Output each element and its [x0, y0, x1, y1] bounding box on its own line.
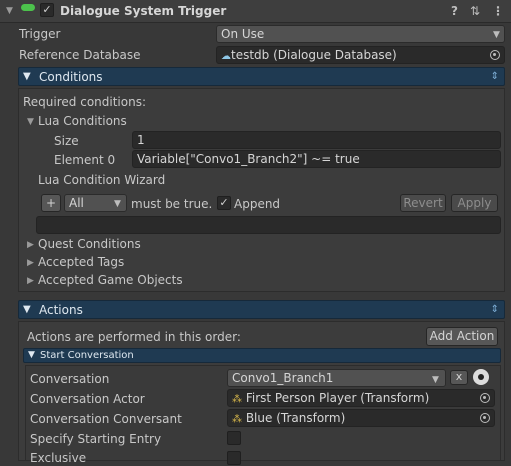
append-label: Append: [234, 197, 281, 211]
lua-conditions-foldout-icon[interactable]: ▼: [27, 114, 34, 130]
object-picker-icon[interactable]: [480, 413, 490, 423]
object-picker-icon[interactable]: [480, 393, 490, 403]
specify-starting-entry-label: Specify Starting Entry: [30, 432, 162, 446]
actions-section-label: Actions: [39, 303, 83, 317]
add-condition-button[interactable]: +: [41, 194, 61, 212]
dropdown-arrow-icon: ▼: [432, 375, 439, 385]
conversation-actor-value: First Person Player (Transform): [245, 391, 430, 405]
size-field[interactable]: 1: [132, 131, 501, 149]
actions-order-text: Actions are performed in this order:: [27, 330, 241, 344]
add-action-button[interactable]: Add Action: [426, 327, 498, 346]
record-icon[interactable]: [473, 369, 489, 385]
conversation-conversant-field[interactable]: ⁂ Blue (Transform): [227, 409, 495, 427]
trigger-label: Trigger: [19, 27, 61, 41]
trigger-dropdown[interactable]: On Use: [216, 25, 505, 43]
dropdown-arrow-icon: ▼: [493, 30, 500, 40]
actions-section-bar[interactable]: ▼ Actions ⇕: [18, 300, 505, 319]
lua-conditions-label[interactable]: Lua Conditions: [38, 113, 127, 129]
transform-icon: ⁂: [232, 414, 242, 425]
append-checkbox[interactable]: ✓: [217, 196, 231, 210]
clear-conversation-button[interactable]: x: [450, 370, 468, 385]
conditions-sort-icon[interactable]: ⇕: [491, 69, 499, 85]
lua-condition-wizard-label: Lua Condition Wizard: [38, 173, 166, 187]
foldout-arrow-icon[interactable]: ▼: [6, 3, 13, 19]
accepted-tags-foldout-icon[interactable]: ▶: [27, 255, 34, 271]
lua-wizard-input[interactable]: [36, 216, 501, 234]
exclusive-checkbox[interactable]: [227, 451, 241, 465]
reference-database-value: testdb (Dialogue Database): [231, 48, 397, 62]
conditions-foldout-icon: ▼: [23, 71, 31, 82]
kebab-menu-icon[interactable]: ⋮: [492, 3, 504, 19]
accepted-game-objects-foldout-icon[interactable]: ▶: [27, 273, 34, 289]
dropdown-arrow-icon: ▼: [114, 199, 121, 209]
accepted-game-objects-label[interactable]: Accepted Game Objects: [38, 272, 183, 288]
revert-button[interactable]: Revert: [400, 194, 446, 212]
specify-starting-entry-checkbox[interactable]: [227, 431, 241, 445]
help-icon[interactable]: ?: [451, 3, 458, 19]
start-conversation-label: Start Conversation: [40, 350, 134, 361]
size-label: Size: [54, 134, 79, 148]
trigger-value: On Use: [221, 27, 265, 41]
conversation-actor-field[interactable]: ⁂ First Person Player (Transform): [227, 389, 495, 407]
actions-sort-icon[interactable]: ⇕: [491, 302, 499, 318]
database-icon: ☁: [221, 51, 231, 62]
start-conversation-foldout-icon: ▼: [28, 350, 35, 360]
start-conversation-bar[interactable]: ▼ Start Conversation: [23, 348, 501, 363]
conditions-section-label: Conditions: [39, 70, 103, 84]
actions-foldout-icon: ▼: [23, 304, 31, 315]
reference-database-field[interactable]: ☁testdb (Dialogue Database): [216, 46, 505, 64]
conversation-label: Conversation: [30, 372, 110, 386]
component-title: Dialogue System Trigger: [60, 4, 227, 18]
reference-database-label: Reference Database: [19, 48, 141, 62]
accepted-tags-label[interactable]: Accepted Tags: [38, 254, 124, 270]
required-conditions-label: Required conditions:: [23, 95, 146, 109]
element0-value: Variable["Convo1_Branch2"] ~= true: [137, 152, 360, 166]
must-be-true-label: must be true.: [131, 197, 213, 211]
object-picker-icon[interactable]: [490, 50, 500, 60]
conversation-dropdown[interactable]: Convo1_Branch1: [227, 369, 446, 387]
sliders-icon[interactable]: ⇅: [470, 3, 480, 19]
quest-conditions-foldout-icon[interactable]: ▶: [27, 237, 34, 253]
conversation-value: Convo1_Branch1: [232, 371, 334, 385]
conversation-actor-label: Conversation Actor: [30, 392, 145, 406]
size-value: 1: [137, 133, 145, 147]
element0-label: Element 0: [54, 153, 116, 167]
apply-button[interactable]: Apply: [451, 194, 498, 212]
element0-field[interactable]: Variable["Convo1_Branch2"] ~= true: [132, 150, 501, 168]
quest-conditions-label[interactable]: Quest Conditions: [38, 236, 141, 252]
conditions-section-bar[interactable]: ▼ Conditions ⇕: [18, 67, 505, 86]
conversation-conversant-value: Blue (Transform): [245, 411, 346, 425]
exclusive-label: Exclusive: [30, 451, 87, 465]
enabled-checkbox[interactable]: ✓: [40, 3, 54, 17]
condition-mode-value: All: [69, 196, 84, 210]
conversation-conversant-label: Conversation Conversant: [30, 412, 182, 426]
transform-icon: ⁂: [232, 394, 242, 405]
component-enabled-toggle-icon[interactable]: [21, 4, 35, 11]
